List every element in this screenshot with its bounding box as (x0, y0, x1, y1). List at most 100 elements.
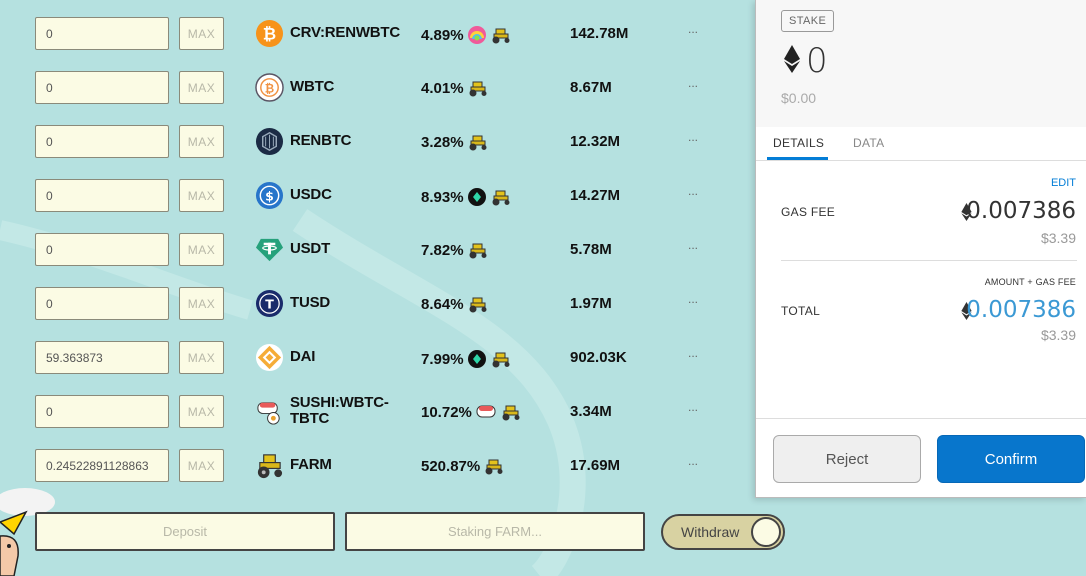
reject-button[interactable]: Reject (773, 435, 921, 483)
more-menu-button[interactable]: ... (688, 184, 698, 198)
pool-name: WBTC (290, 78, 335, 95)
apy-value: 8.93% (421, 188, 464, 206)
amount-input[interactable] (35, 125, 169, 158)
tractor-icon (469, 135, 487, 151)
pool-apy: 10.72% (421, 403, 522, 421)
amount-gas-fee-label: AMOUNT + GAS FEE (984, 277, 1076, 287)
pool-tvl: 14.27M (570, 187, 621, 204)
apy-value: 3.28% (421, 133, 464, 151)
wbtc-icon: ₿ (255, 73, 284, 102)
confirm-button[interactable]: Confirm (937, 435, 1085, 483)
max-button[interactable]: MAX (179, 341, 224, 374)
gas-fee-eth: 0.007386 (966, 198, 1076, 224)
max-button[interactable]: MAX (179, 179, 224, 212)
staking-farm-button[interactable]: Staking FARM... (345, 512, 645, 551)
svg-text:₿: ₿ (265, 81, 274, 95)
pool-row: MAX ₿ CRV:RENWBTC 4.89% 142.78M ... (0, 16, 760, 56)
max-button[interactable]: MAX (179, 71, 224, 104)
edit-gas-link[interactable]: EDIT (1051, 177, 1076, 189)
more-menu-button[interactable]: ... (688, 238, 698, 252)
amount-input[interactable] (35, 341, 169, 374)
pool-apy: 7.82% (421, 241, 489, 259)
total-usd: $3.39 (1040, 327, 1076, 343)
apy-value: 7.99% (421, 350, 464, 368)
amount-input[interactable] (35, 17, 169, 50)
tractor-icon (492, 352, 510, 368)
pool-tvl: 8.67M (570, 79, 612, 96)
more-menu-button[interactable]: ... (688, 400, 698, 414)
amount-input[interactable] (35, 449, 169, 482)
max-button[interactable]: MAX (179, 17, 224, 50)
pool-tvl: 17.69M (570, 457, 621, 474)
apy-value: 10.72% (421, 403, 472, 421)
sushi-icon (476, 405, 496, 418)
stake-usd-value: $0.00 (781, 90, 817, 106)
pool-tvl: 3.34M (570, 403, 612, 420)
amount-input[interactable] (35, 179, 169, 212)
tractor-icon (469, 81, 487, 97)
max-button[interactable]: MAX (179, 395, 224, 428)
pool-name: USDC (290, 186, 332, 203)
withdraw-label: Withdraw (681, 524, 740, 540)
pool-row: MAX SUSHI:WBTC-TBTC 10.72% 3.34M ... (0, 394, 760, 434)
pool-row: MAX USDT 7.82% 5.78M ... (0, 232, 760, 272)
more-menu-button[interactable]: ... (688, 292, 698, 306)
footer-divider (756, 418, 1086, 419)
gas-fee-label: GAS FEE (781, 205, 836, 219)
pool-tvl: 5.78M (570, 241, 612, 258)
pool-apy: 4.01% (421, 79, 489, 97)
more-menu-button[interactable]: ... (688, 76, 698, 90)
deposit-button[interactable]: Deposit (35, 512, 335, 551)
max-button[interactable]: MAX (179, 233, 224, 266)
wallet-confirmation-popup: STAKE 0 $0.00 DETAILS DATA EDIT GAS FEE … (755, 0, 1086, 498)
tractor-icon (492, 28, 510, 44)
tab-data[interactable]: DATA (853, 136, 884, 150)
pool-name: USDT (290, 240, 331, 257)
more-menu-button[interactable]: ... (688, 22, 698, 36)
tractor-icon (485, 459, 503, 475)
total-eth: 0.007386 (966, 297, 1076, 323)
max-button[interactable]: MAX (179, 287, 224, 320)
wallet-header: STAKE 0 $0.00 (756, 0, 1086, 127)
amount-input[interactable] (35, 287, 169, 320)
tractor-icon (492, 190, 510, 206)
max-button[interactable]: MAX (179, 125, 224, 158)
tether-icon (255, 238, 284, 262)
pool-row: MAX ₿ WBTC 4.01% 8.67M ... (0, 70, 760, 110)
amount-input[interactable] (35, 395, 169, 428)
pool-name-line1: SUSHI:WBTC- (290, 394, 389, 411)
more-menu-button[interactable]: ... (688, 454, 698, 468)
pool-row: MAX RENBTC 3.28% 12.32M ... (0, 124, 760, 164)
renbtc-icon (255, 127, 284, 156)
curve-token-icon (467, 350, 486, 368)
bitcoin-icon: ₿ (255, 19, 284, 48)
pool-tvl: 1.97M (570, 295, 612, 312)
more-menu-button[interactable]: ... (688, 130, 698, 144)
apy-value: 4.01% (421, 79, 464, 97)
ethereum-icon (784, 45, 800, 73)
max-button[interactable]: MAX (179, 449, 224, 482)
apy-value: 520.87% (421, 457, 481, 475)
toggle-knob (751, 517, 781, 547)
pool-row: MAX FARM 520.87% 17.69M ... (0, 448, 760, 488)
curve-token-icon (467, 188, 486, 206)
pool-row: MAX DAI 7.99% 902.03K ... (0, 340, 760, 380)
tractor-icon (469, 243, 487, 259)
tusd-icon: T (255, 289, 284, 318)
sushi-icon (257, 402, 280, 425)
apy-value: 4.89% (421, 26, 464, 44)
usdc-icon: $ (255, 181, 284, 210)
divider (781, 260, 1077, 261)
pool-apy: 520.87% (421, 457, 505, 475)
more-menu-button[interactable]: ... (688, 346, 698, 360)
amount-input[interactable] (35, 71, 169, 104)
tractor-icon (469, 297, 487, 313)
svg-text:₿: ₿ (263, 24, 276, 43)
withdraw-toggle[interactable]: Withdraw (661, 514, 785, 550)
pool-name: TUSD (290, 294, 331, 311)
pool-apy: 8.64% (421, 295, 489, 313)
tab-details[interactable]: DETAILS (773, 136, 824, 150)
pool-name-line2: TBTC (290, 410, 330, 427)
pool-apy: 4.89% (421, 25, 512, 45)
amount-input[interactable] (35, 233, 169, 266)
